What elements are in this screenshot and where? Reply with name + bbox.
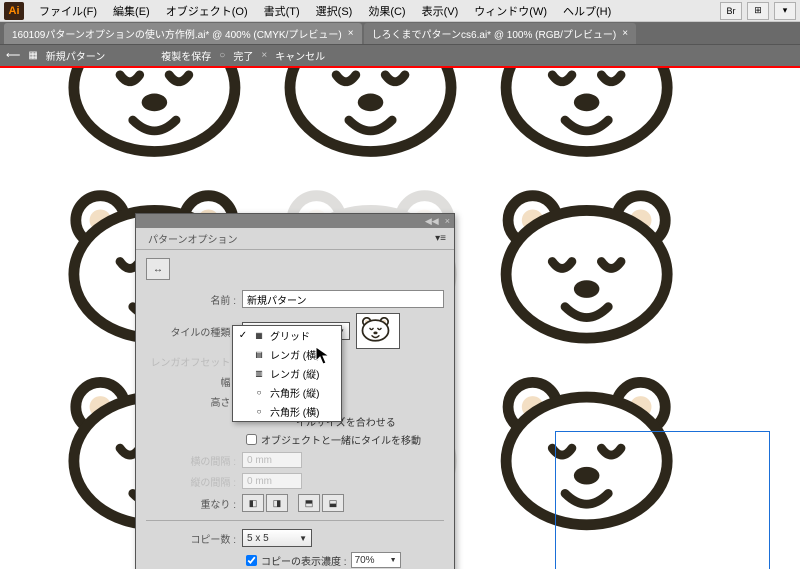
overlap-buttons: ◧ ◨ ⬒ ⬓ <box>242 494 344 512</box>
copies-dropdown[interactable]: 5 x 5 ▼ <box>242 529 312 547</box>
bridge-button[interactable]: Br <box>720 2 742 20</box>
panel-title: パターンオプション <box>144 229 242 248</box>
tab-label: 160109パターンオプションの使い方作例.ai* @ 400% (CMYK/プ… <box>12 26 342 41</box>
done-button[interactable]: 完了 <box>233 48 253 63</box>
overlap-right-button[interactable]: ◨ <box>266 494 288 512</box>
menu-bar: Ai ファイル(F) 編集(E) オブジェクト(O) 書式(T) 選択(S) 効… <box>0 0 800 22</box>
grid-icon: ▦ <box>253 331 265 341</box>
panel-menu-icon[interactable]: ▾≡ <box>435 233 446 244</box>
save-copy-button[interactable]: 複製を保存 <box>161 48 211 63</box>
width-label: 幅 : <box>146 374 242 389</box>
dropdown-item-hex-v[interactable]: ○六角形 (縦) <box>233 383 341 402</box>
cancel-button[interactable]: キャンセル <box>275 48 325 63</box>
app-logo: Ai <box>4 2 24 20</box>
dim-value-dropdown[interactable]: 70%▼ <box>351 552 401 568</box>
hex-icon: ○ <box>253 407 265 417</box>
menu-effect[interactable]: 効果(C) <box>361 1 412 21</box>
menu-edit[interactable]: 編集(E) <box>106 1 157 21</box>
overlap-top-button[interactable]: ⬒ <box>298 494 320 512</box>
new-pattern-label: 新規パターン <box>46 48 106 63</box>
tiletype-dropdown-list[interactable]: ✓▦グリッド ▤レンガ (横) ▥レンガ (縦) ○六角形 (縦) ○六角形 (… <box>232 325 342 422</box>
move-with-object-checkbox[interactable] <box>246 434 257 445</box>
tab-label: しろくまでパターンcs6.ai* @ 100% (RGB/プレビュー) <box>372 26 617 41</box>
menu-file[interactable]: ファイル(F) <box>32 1 104 21</box>
document-tabs: 160109パターンオプションの使い方作例.ai* @ 400% (CMYK/プ… <box>0 22 800 44</box>
hex-icon: ○ <box>253 388 265 398</box>
dropdown-item-brick-v[interactable]: ▥レンガ (縦) <box>233 364 341 383</box>
move-label: オブジェクトと一緒にタイルを移動 <box>261 432 421 447</box>
name-label: 名前 : <box>146 292 242 307</box>
close-icon[interactable]: × <box>348 28 354 39</box>
hgap-label: 横の間隔 : <box>146 453 242 468</box>
menu-object[interactable]: オブジェクト(O) <box>159 1 255 21</box>
canvas[interactable]: ◀◀ × パターンオプション ▾≡ ↔ 名前 : タイルの種類 : グリッド <box>0 68 800 569</box>
copies-label: コピー数 : <box>146 531 242 546</box>
height-label: 高さ : <box>146 394 242 409</box>
document-tab[interactable]: しろくまでパターンcs6.ai* @ 100% (RGB/プレビュー) × <box>364 23 637 44</box>
hgap-value: 0 mm <box>242 452 302 468</box>
pattern-edit-bar: ⟵ ▦ 新規パターン 複製を保存 ○ 完了 × キャンセル <box>0 44 800 66</box>
chevron-down-icon: ▼ <box>299 534 307 543</box>
brick-v-icon: ▥ <box>253 369 265 379</box>
dim-label: コピーの表示濃度 : <box>261 553 347 568</box>
collapse-icon[interactable]: ◀◀ <box>425 216 439 227</box>
name-input[interactable] <box>242 290 444 308</box>
tile-tool-button[interactable]: ↔ <box>146 258 170 280</box>
panel-header[interactable]: ◀◀ × <box>136 214 454 228</box>
vgap-label: 縦の間隔 : <box>146 474 242 489</box>
menu-type[interactable]: 書式(T) <box>257 1 307 21</box>
copies-value: 5 x 5 <box>247 533 269 544</box>
document-tab[interactable]: 160109パターンオプションの使い方作例.ai* @ 400% (CMYK/プ… <box>4 23 362 44</box>
vgap-value: 0 mm <box>242 473 302 489</box>
overlap-bottom-button[interactable]: ⬓ <box>322 494 344 512</box>
offset-label: レンガオフセット : <box>146 354 242 369</box>
dropdown-item-brick-h[interactable]: ▤レンガ (横) <box>233 345 341 364</box>
pattern-icon: ▦ <box>28 50 37 61</box>
selection-box <box>555 431 770 569</box>
dropdown-item-grid[interactable]: ✓▦グリッド <box>233 326 341 345</box>
tiletype-label: タイルの種類 : <box>146 324 242 339</box>
close-icon[interactable]: × <box>445 216 450 226</box>
workspace-button[interactable]: ⊞ <box>747 2 769 20</box>
close-icon[interactable]: × <box>622 28 628 39</box>
menu-select[interactable]: 選択(S) <box>309 1 360 21</box>
menu-view[interactable]: 表示(V) <box>415 1 466 21</box>
overlap-label: 重なり : <box>146 496 242 511</box>
workspace-menu[interactable]: ▾ <box>774 2 796 20</box>
menu-window[interactable]: ウィンドウ(W) <box>467 1 554 21</box>
dropdown-item-hex-h[interactable]: ○六角形 (横) <box>233 402 341 421</box>
tile-preview <box>356 313 400 349</box>
brick-h-icon: ▤ <box>253 350 265 360</box>
back-icon[interactable]: ⟵ <box>6 50 20 61</box>
overlap-left-button[interactable]: ◧ <box>242 494 264 512</box>
dim-copies-checkbox[interactable] <box>246 555 257 566</box>
menu-help[interactable]: ヘルプ(H) <box>556 1 618 21</box>
